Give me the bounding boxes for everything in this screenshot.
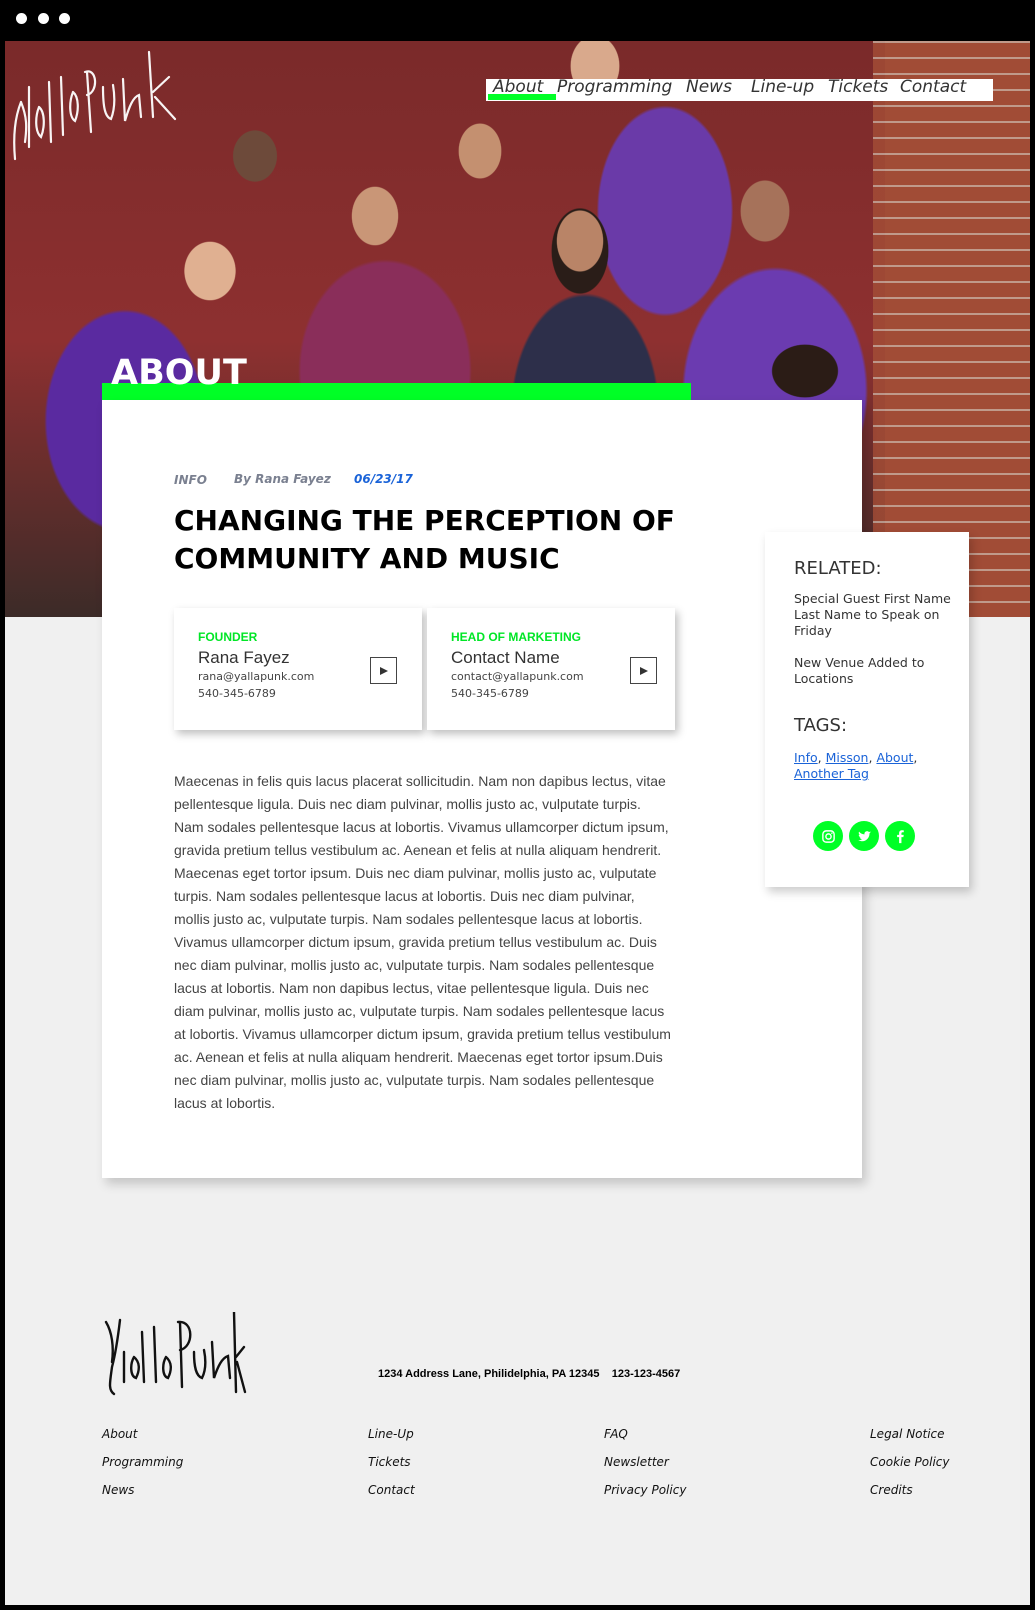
instagram-button[interactable] xyxy=(813,821,843,851)
contact-name: Contact Name xyxy=(451,648,560,667)
footer-link-credits[interactable]: Credits xyxy=(870,1483,913,1497)
related-heading: RELATED: xyxy=(794,558,882,579)
nav-item-news[interactable]: News xyxy=(686,77,732,97)
page-viewport: About Programming News Line-up Tickets C… xyxy=(5,41,1030,1605)
footer-logo[interactable] xyxy=(102,1312,247,1397)
footer-link-contact[interactable]: Contact xyxy=(368,1483,415,1497)
browser-window: About Programming News Line-up Tickets C… xyxy=(0,0,1035,1610)
footer-link-faq[interactable]: FAQ xyxy=(604,1427,628,1441)
footer-link-programming[interactable]: Programming xyxy=(102,1455,183,1469)
article-date: 06/23/17 xyxy=(354,472,413,486)
contact-phone: 540-345-6789 xyxy=(198,687,276,700)
related-link[interactable]: Special Guest First Name Last Name to Sp… xyxy=(794,591,954,639)
contact-role: FOUNDER xyxy=(198,630,258,644)
nav-item-programming[interactable]: Programming xyxy=(557,77,672,97)
sidebar-panel: RELATED: Special Guest First Name Last N… xyxy=(765,532,969,887)
contact-name: Rana Fayez xyxy=(198,648,290,667)
yallapunk-logo[interactable] xyxy=(7,47,182,162)
footer-link-about[interactable]: About xyxy=(102,1427,137,1441)
tag-link[interactable]: Another Tag xyxy=(794,766,869,781)
nav-item-contact[interactable]: Contact xyxy=(900,77,966,97)
contact-email[interactable]: rana@yallapunk.com xyxy=(198,670,314,683)
footer-phone[interactable]: 123-123-4567 xyxy=(612,1368,681,1380)
page-title: ABOUT xyxy=(111,353,247,393)
footer-link-cookie-policy[interactable]: Cookie Policy xyxy=(870,1455,950,1469)
window-dot-icon[interactable] xyxy=(38,13,49,24)
nav-item-about[interactable]: About xyxy=(493,77,543,97)
facebook-button[interactable] xyxy=(885,821,915,851)
footer-link-legal-notice[interactable]: Legal Notice xyxy=(870,1427,945,1441)
facebook-icon xyxy=(896,829,904,843)
footer-link-line-up[interactable]: Line-Up xyxy=(368,1427,414,1441)
twitter-icon xyxy=(857,830,871,841)
tag-link[interactable]: About xyxy=(876,750,913,765)
window-dot-icon[interactable] xyxy=(59,13,70,24)
article-category[interactable]: INFO xyxy=(174,473,207,487)
footer-link-tickets[interactable]: Tickets xyxy=(368,1455,411,1469)
tags-heading: TAGS: xyxy=(794,715,848,736)
article-author: By Rana Fayez xyxy=(234,472,331,486)
contact-role: HEAD OF MARKETING xyxy=(451,630,581,644)
footer-link-newsletter[interactable]: Newsletter xyxy=(604,1455,669,1469)
tag-link[interactable]: Misson xyxy=(826,750,869,765)
footer-link-news[interactable]: News xyxy=(102,1483,134,1497)
footer-link-privacy-policy[interactable]: Privacy Policy xyxy=(604,1483,686,1497)
tag-list: Info, Misson, About, Another Tag xyxy=(794,750,918,781)
window-dot-icon[interactable] xyxy=(16,13,27,24)
footer-address: 1234 Address Lane, Philidelphia, PA 1234… xyxy=(378,1368,600,1380)
brick-wall xyxy=(873,41,1030,617)
twitter-button[interactable] xyxy=(849,821,879,851)
contact-phone: 540-345-6789 xyxy=(451,687,529,700)
play-button[interactable] xyxy=(630,657,657,684)
contact-card-marketing: HEAD OF MARKETING Contact Name contact@y… xyxy=(427,608,675,730)
nav-item-line-up[interactable]: Line-up xyxy=(751,77,814,97)
article-title: CHANGING THE PERCEPTION OF COMMUNITY AND… xyxy=(174,504,675,575)
article-body: Maecenas in felis quis lacus placerat so… xyxy=(174,773,671,1111)
contact-card-founder: FOUNDER Rana Fayez rana@yallapunk.com 54… xyxy=(174,608,422,730)
related-link[interactable]: New Venue Added to Locations xyxy=(794,655,954,687)
play-icon xyxy=(639,666,648,675)
play-button[interactable] xyxy=(370,657,397,684)
article-card: INFO By Rana Fayez 06/23/17 CHANGING THE… xyxy=(102,400,862,1178)
tag-link[interactable]: Info xyxy=(794,750,818,765)
footer-contact-info: 1234 Address Lane, Philidelphia, PA 1234… xyxy=(378,1368,680,1380)
instagram-icon xyxy=(821,829,835,843)
nav-item-tickets[interactable]: Tickets xyxy=(828,77,888,97)
play-icon xyxy=(379,666,388,675)
contact-email[interactable]: contact@yallapunk.com xyxy=(451,670,584,683)
